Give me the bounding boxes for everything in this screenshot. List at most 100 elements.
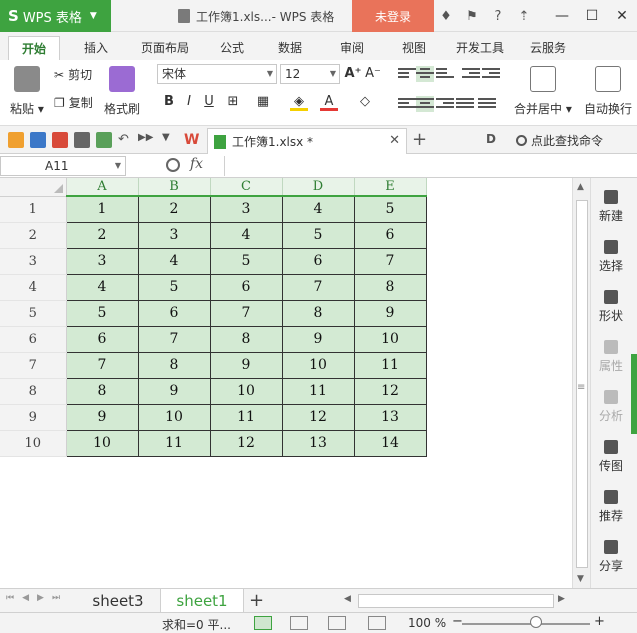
menu-tab[interactable]: 审阅 (330, 36, 374, 60)
row-header[interactable]: 10 (0, 430, 67, 457)
zoom-lookup-icon[interactable] (166, 158, 180, 172)
sheet-cell[interactable]: 7 (353, 247, 427, 275)
sheet-cell[interactable]: 9 (281, 325, 355, 353)
clear-format-icon[interactable]: ◇ (356, 93, 374, 111)
sheet-cell[interactable]: 14 (353, 429, 427, 457)
sheet-cell[interactable]: 11 (353, 351, 427, 379)
page-layout-view-icon[interactable] (328, 616, 346, 630)
menu-tab[interactable]: 开始 (8, 36, 60, 60)
export-pdf-icon[interactable] (52, 132, 68, 148)
sheet-cell[interactable]: 4 (281, 195, 355, 223)
zoom-slider-knob[interactable] (530, 616, 542, 628)
page-break-view-icon[interactable] (290, 616, 308, 630)
last-sheet-icon[interactable]: ⏭ (52, 593, 60, 603)
bold-button[interactable]: B (160, 93, 178, 111)
sheet-cell[interactable]: 1 (65, 195, 139, 223)
sheet-cell[interactable]: 7 (209, 299, 283, 327)
side-panel-item[interactable]: 形状 (591, 290, 631, 324)
panel-collapse-handle[interactable] (631, 354, 637, 434)
sheet-cell[interactable]: 11 (281, 377, 355, 405)
sheet-cell[interactable]: 8 (353, 273, 427, 301)
sheet-cell[interactable]: 6 (65, 325, 139, 353)
menu-tab[interactable]: 云服务 (520, 36, 576, 60)
sheet-cell[interactable]: 9 (209, 351, 283, 379)
maximize-icon[interactable]: ☐ (577, 8, 607, 24)
sheet-cell[interactable]: 6 (353, 221, 427, 249)
sheet-cell[interactable]: 6 (281, 247, 355, 275)
row-header[interactable]: 4 (0, 274, 67, 301)
sheet-cell[interactable]: 3 (209, 195, 283, 223)
sheet-cell[interactable]: 13 (353, 403, 427, 431)
document-tab[interactable]: 工作簿1.xlsx * ✕ (207, 128, 407, 154)
row-header[interactable]: 2 (0, 222, 67, 249)
sheet-tab[interactable]: sheet3 (80, 589, 156, 613)
sheet-cell[interactable]: 4 (137, 247, 211, 275)
row-header[interactable]: 3 (0, 248, 67, 275)
menu-tab[interactable]: 视图 (392, 36, 436, 60)
scroll-right-icon[interactable]: ▶ (558, 594, 565, 604)
border-icon[interactable]: ⊞ (224, 93, 242, 111)
close-tab-icon[interactable]: ✕ (389, 133, 400, 148)
row-header[interactable]: 8 (0, 378, 67, 405)
underline-button[interactable]: U (200, 93, 218, 111)
cut-button[interactable]: ✂ 剪切 (54, 66, 92, 83)
sheet-cell[interactable]: 10 (353, 325, 427, 353)
align-top-icon[interactable] (398, 66, 416, 82)
menu-tab[interactable]: 数据 (268, 36, 312, 60)
sheet-cell[interactable]: 12 (209, 429, 283, 457)
sheet-cell[interactable]: 3 (65, 247, 139, 275)
justify-icon[interactable] (456, 96, 474, 112)
distributed-icon[interactable] (478, 96, 496, 112)
scroll-left-icon[interactable]: ◀ (344, 594, 351, 604)
sheet-table[interactable]: ABCDE 1123452234563345674456785567896678… (0, 178, 427, 457)
sheet-cell[interactable]: 5 (281, 221, 355, 249)
side-panel-item[interactable]: 选择 (591, 240, 631, 274)
sheet-cell[interactable]: 11 (137, 429, 211, 457)
scroll-down-icon[interactable]: ▼ (577, 574, 584, 584)
menu-tab[interactable]: 开发工具 (448, 36, 512, 60)
font-size-select[interactable]: 12 ▼ (280, 64, 340, 84)
column-header[interactable]: E (354, 178, 427, 197)
fill-color-icon[interactable]: ◈ (290, 93, 308, 111)
fx-icon[interactable]: fx (190, 156, 203, 172)
zoom-in-icon[interactable]: + (594, 614, 605, 629)
zoom-out-icon[interactable]: − (452, 614, 463, 629)
align-middle-icon[interactable] (416, 66, 434, 82)
font-name-select[interactable]: 宋体 ▼ (157, 64, 277, 84)
sheet-cell[interactable]: 13 (281, 429, 355, 457)
side-panel-item[interactable]: 新建 (591, 190, 631, 224)
align-center-icon[interactable] (416, 96, 434, 112)
column-header[interactable]: A (66, 178, 139, 197)
sheet-tab[interactable]: sheet1 (160, 589, 244, 613)
copy-button[interactable]: ❐ 复制 (54, 94, 93, 111)
skin-icon[interactable]: ♦ (438, 9, 454, 24)
sheet-cell[interactable]: 8 (281, 299, 355, 327)
paste-button[interactable]: 粘贴 ▾ (10, 66, 44, 117)
align-right-icon[interactable] (436, 96, 454, 112)
sheet-cell[interactable]: 5 (65, 299, 139, 327)
sheet-cell[interactable]: 9 (353, 299, 427, 327)
minimize-icon[interactable]: — (547, 8, 577, 24)
print-preview-icon[interactable] (96, 132, 112, 148)
sheet-grid[interactable]: ABCDE 1123452234563345674456785567896678… (0, 178, 572, 588)
help-icon[interactable]: ? (490, 9, 506, 24)
italic-button[interactable]: I (180, 93, 198, 111)
align-left-icon[interactable] (398, 96, 416, 112)
select-all-corner[interactable] (0, 178, 67, 197)
sheet-cell[interactable]: 4 (65, 273, 139, 301)
zoom-slider[interactable] (462, 623, 590, 625)
login-button[interactable]: 未登录 (352, 0, 434, 32)
sheet-cell[interactable]: 2 (137, 195, 211, 223)
scroll-up-icon[interactable]: ▲ (577, 182, 584, 192)
font-color-icon[interactable]: A (320, 93, 338, 111)
sheet-cell[interactable]: 11 (209, 403, 283, 431)
sheet-cell[interactable]: 6 (209, 273, 283, 301)
menu-tab[interactable]: 插入 (70, 36, 122, 60)
side-panel-item[interactable]: 属性 (591, 340, 631, 374)
increase-font-icon[interactable]: A⁺ (344, 65, 362, 83)
vertical-scrollbar[interactable]: ▲ ≡ ▼ (572, 178, 590, 588)
close-icon[interactable]: ✕ (607, 8, 637, 24)
sheet-cell[interactable]: 10 (65, 429, 139, 457)
sheet-cell[interactable]: 7 (65, 351, 139, 379)
sheet-cell[interactable]: 8 (209, 325, 283, 353)
